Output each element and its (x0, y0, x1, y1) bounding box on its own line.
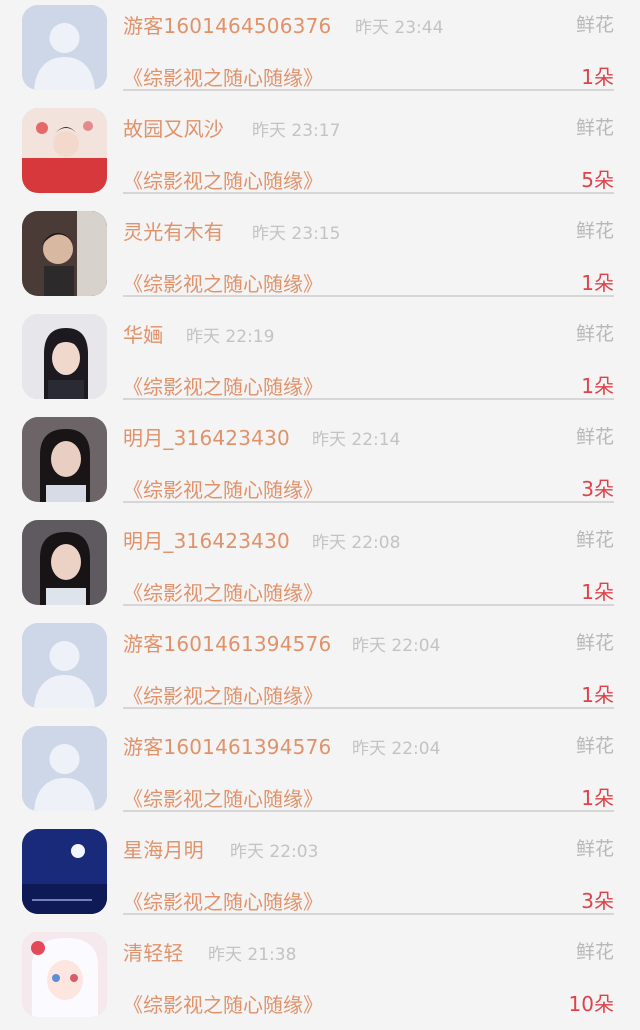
gift-type: 鲜花 (575, 117, 614, 139)
user-name[interactable]: 灵光有木有 (123, 216, 224, 245)
timestamp: 昨天 22:08 (312, 533, 401, 553)
user-name[interactable]: 故园又风沙 (123, 113, 224, 142)
work-title-link[interactable]: 《综影视之随心随缘》 (123, 268, 323, 297)
default-avatar-icon[interactable] (22, 726, 107, 811)
gift-count: 1朵 (581, 683, 614, 707)
work-title-link[interactable]: 《综影视之随心随缘》 (123, 474, 323, 503)
gift-type: 鲜花 (575, 529, 614, 551)
gift-type: 鲜花 (575, 941, 614, 963)
gift-count: 1朵 (581, 65, 614, 89)
gift-count: 1朵 (581, 271, 614, 295)
divider (123, 810, 614, 812)
user-avatar[interactable] (22, 520, 107, 605)
user-avatar[interactable] (22, 211, 107, 296)
gift-count: 3朵 (581, 889, 614, 913)
work-title-link[interactable]: 《综影视之随心随缘》 (123, 62, 323, 91)
default-avatar-icon[interactable] (22, 623, 107, 708)
work-title-link[interactable]: 《综影视之随心随缘》 (123, 165, 323, 194)
user-avatar[interactable] (22, 417, 107, 502)
user-avatar[interactable] (22, 932, 107, 1017)
work-title-link[interactable]: 《综影视之随心随缘》 (123, 783, 323, 812)
timestamp: 昨天 22:04 (352, 739, 441, 759)
timestamp: 昨天 22:19 (186, 327, 275, 347)
work-title-link[interactable]: 《综影视之随心随缘》 (123, 371, 323, 400)
list-item[interactable]: 明月_316423430 昨天 22:08 鲜花 《综影视之随心随缘》 1朵 (0, 515, 640, 618)
gift-type: 鲜花 (575, 426, 614, 448)
user-name[interactable]: 明月_316423430 (123, 422, 290, 451)
gift-record-list: 游客1601464506376 昨天 23:44 鲜花 《综影视之随心随缘》 1… (0, 0, 640, 1017)
work-title-link[interactable]: 《综影视之随心随缘》 (123, 680, 323, 709)
user-name[interactable]: 星海月明 (123, 834, 204, 863)
divider (123, 398, 614, 400)
gift-count: 1朵 (581, 374, 614, 398)
gift-count: 1朵 (581, 580, 614, 604)
list-item[interactable]: 清轻轻 昨天 21:38 鲜花 《综影视之随心随缘》 10朵 (0, 927, 640, 1030)
user-avatar[interactable] (22, 314, 107, 399)
list-item[interactable]: 游客1601461394576 昨天 22:04 鲜花 《综影视之随心随缘》 1… (0, 618, 640, 721)
gift-count: 5朵 (581, 168, 614, 192)
timestamp: 昨天 22:04 (352, 636, 441, 656)
list-item[interactable]: 明月_316423430 昨天 22:14 鲜花 《综影视之随心随缘》 3朵 (0, 412, 640, 515)
user-avatar[interactable] (22, 829, 107, 914)
work-title-link[interactable]: 《综影视之随心随缘》 (123, 989, 323, 1018)
gift-type: 鲜花 (575, 14, 614, 36)
timestamp: 昨天 21:38 (208, 945, 297, 965)
divider (123, 604, 614, 606)
divider (123, 501, 614, 503)
list-item[interactable]: 游客1601464506376 昨天 23:44 鲜花 《综影视之随心随缘》 1… (0, 0, 640, 103)
divider (123, 192, 614, 194)
divider (123, 295, 614, 297)
list-item[interactable]: 华婳 昨天 22:19 鲜花 《综影视之随心随缘》 1朵 (0, 309, 640, 412)
divider (123, 707, 614, 709)
user-name[interactable]: 游客1601461394576 (123, 731, 331, 760)
list-item[interactable]: 游客1601461394576 昨天 22:04 鲜花 《综影视之随心随缘》 1… (0, 721, 640, 824)
user-avatar[interactable] (22, 108, 107, 193)
divider (123, 89, 614, 91)
timestamp: 昨天 23:15 (252, 224, 341, 244)
gift-type: 鲜花 (575, 632, 614, 654)
user-name[interactable]: 华婳 (123, 319, 163, 348)
timestamp: 昨天 23:17 (252, 121, 341, 141)
list-item[interactable]: 故园又风沙 昨天 23:17 鲜花 《综影视之随心随缘》 5朵 (0, 103, 640, 206)
work-title-link[interactable]: 《综影视之随心随缘》 (123, 886, 323, 915)
list-item[interactable]: 星海月明 昨天 22:03 鲜花 《综影视之随心随缘》 3朵 (0, 824, 640, 927)
gift-count: 3朵 (581, 477, 614, 501)
user-name[interactable]: 游客1601461394576 (123, 628, 331, 657)
user-name[interactable]: 游客1601464506376 (123, 10, 331, 39)
user-name[interactable]: 清轻轻 (123, 937, 184, 966)
default-avatar-icon[interactable] (22, 5, 107, 90)
gift-type: 鲜花 (575, 735, 614, 757)
gift-count: 1朵 (581, 786, 614, 810)
divider (123, 913, 614, 915)
gift-type: 鲜花 (575, 838, 614, 860)
gift-type: 鲜花 (575, 220, 614, 242)
work-title-link[interactable]: 《综影视之随心随缘》 (123, 577, 323, 606)
timestamp: 昨天 23:44 (355, 18, 444, 38)
timestamp: 昨天 22:03 (230, 842, 319, 862)
gift-type: 鲜花 (575, 323, 614, 345)
list-item[interactable]: 灵光有木有 昨天 23:15 鲜花 《综影视之随心随缘》 1朵 (0, 206, 640, 309)
user-name[interactable]: 明月_316423430 (123, 525, 290, 554)
timestamp: 昨天 22:14 (312, 430, 401, 450)
